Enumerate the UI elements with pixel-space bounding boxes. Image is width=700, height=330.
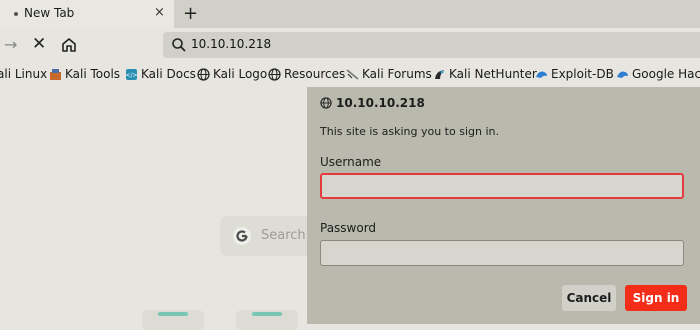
forum-icon — [346, 68, 359, 80]
dialog-host: 10.10.10.218 — [320, 96, 425, 110]
close-icon[interactable]: × — [154, 5, 165, 20]
globe-icon — [268, 67, 281, 81]
bookmark-resources[interactable]: Resources — [268, 67, 345, 81]
bookmark-exploit-db[interactable]: Exploit-DB — [535, 67, 614, 81]
search-icon — [172, 38, 186, 52]
tile-accent-bar — [158, 312, 188, 316]
password-label: Password — [320, 221, 377, 235]
tab-strip: New Tab × + — [0, 0, 700, 28]
kali-tools-icon — [50, 68, 61, 80]
bookmark-label: Kali Tools — [65, 67, 121, 81]
top-site-tile[interactable] — [236, 310, 298, 330]
bookmark-label: Kali Logo — [213, 67, 268, 81]
username-field[interactable] — [320, 173, 684, 199]
top-site-tile[interactable] — [142, 310, 204, 330]
cancel-button[interactable]: Cancel — [562, 285, 616, 311]
google-icon — [233, 227, 251, 245]
bookmarks-bar: ali Linux Kali Tools </> Kali Docs Kali … — [0, 62, 700, 86]
bookmark-label: Google Hacki — [632, 67, 700, 81]
new-tab-button[interactable]: + — [183, 3, 198, 24]
svg-text:</>: </> — [125, 72, 137, 79]
navigation-bar: → ✕ 10.10.10.218 — [0, 28, 700, 62]
globe-icon — [197, 67, 210, 81]
bookmark-label: Kali NetHunter — [449, 67, 537, 81]
url-bar[interactable]: 10.10.10.218 — [163, 32, 700, 58]
sign-in-button[interactable]: Sign in — [625, 285, 687, 311]
bookmark-google-hacking[interactable]: Google Hacki — [616, 67, 700, 81]
docs-icon: </> — [125, 68, 138, 80]
home-icon[interactable] — [60, 36, 78, 54]
bookmark-kali-linux[interactable]: ali Linux — [0, 67, 47, 81]
dialog-host-text: 10.10.10.218 — [336, 96, 425, 110]
dialog-message: This site is asking you to sign in. — [320, 125, 499, 138]
password-field[interactable] — [320, 240, 684, 266]
bookmark-kali-logo[interactable]: Kali Logo — [197, 67, 267, 81]
bookmark-label: Kali Docs — [141, 67, 196, 81]
tile-accent-bar — [252, 312, 282, 316]
auth-dialog: 10.10.10.218 This site is asking you to … — [307, 87, 700, 324]
bookmark-label: ali Linux — [0, 67, 48, 81]
search-placeholder: Search — [261, 228, 306, 243]
bookmark-kali-docs[interactable]: </> Kali Docs — [125, 67, 196, 81]
bookmark-kali-forums[interactable]: Kali Forums — [346, 67, 432, 81]
globe-icon — [320, 97, 332, 109]
tab-title: New Tab — [24, 6, 75, 20]
forward-icon[interactable]: → — [4, 35, 17, 54]
bookmark-kali-tools[interactable]: Kali Tools — [49, 67, 120, 81]
username-label: Username — [320, 155, 382, 169]
nethunter-icon — [435, 69, 444, 79]
tab-new-tab[interactable]: New Tab × — [0, 0, 174, 28]
bookmark-label: Resources — [284, 67, 346, 81]
exploit-db-icon — [536, 71, 547, 78]
url-text[interactable]: 10.10.10.218 — [191, 37, 271, 51]
stop-icon[interactable]: ✕ — [32, 34, 46, 54]
bookmark-kali-nethunter[interactable]: Kali NetHunter — [433, 67, 537, 81]
tab-indicator-dot — [14, 12, 18, 16]
google-hacking-icon — [617, 71, 628, 78]
bookmark-label: Kali Forums — [362, 67, 432, 81]
bookmark-label: Exploit-DB — [551, 67, 614, 81]
